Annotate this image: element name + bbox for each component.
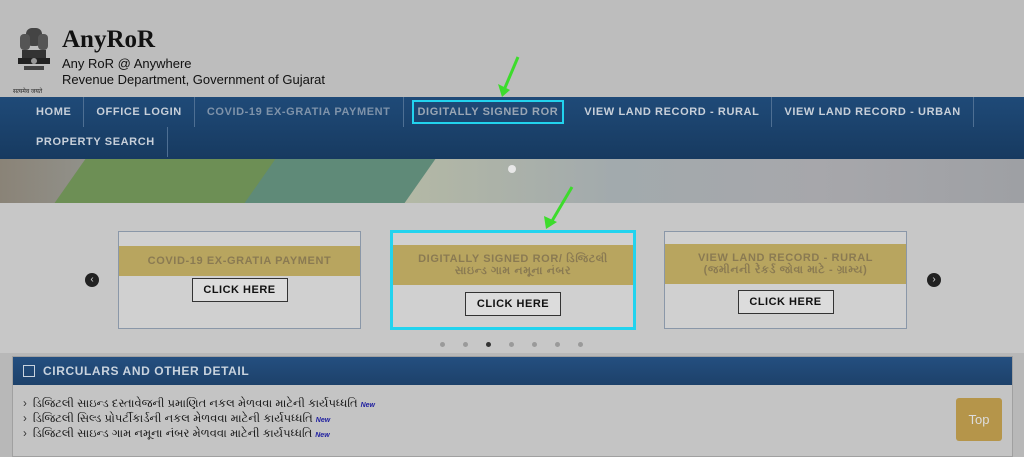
new-badge: New [315,417,331,424]
nav-office-login[interactable]: OFFICE LOGIN [84,97,195,127]
circular-link[interactable]: › ડિજિટલી સાઇન્ડ ગામ નમૂના નંબર મેળવવા મા… [23,427,375,442]
click-here-button[interactable]: CLICK HERE [191,278,288,302]
circulars-list: › ડિજિટલી સાઇન્ડ દસ્તાવેજની પ્રમાણિત નકલ … [23,397,375,442]
card-title-line: (જમીનની રેકર્ડ જોવા માટે - ગ્રામ્ય) [703,264,868,276]
annotation-arrow-icon [498,56,520,97]
circular-link[interactable]: › ડિજિટલી સિલ્ડ પ્રોપર્ટીકાર્ડની નકલ મેળવ… [23,412,375,427]
circular-text[interactable]: ડિજિટલી સિલ્ડ પ્રોપર્ટીકાર્ડની નકલ મેળવવ… [33,413,313,425]
national-emblem-icon [18,28,50,70]
click-here-button[interactable]: CLICK HERE [465,292,561,316]
chevron-right-icon: › [23,413,27,425]
new-badge: New [315,432,330,439]
card-title: COVID-19 EX-GRATIA PAYMENT [119,246,360,276]
carousel-prev-icon[interactable]: ‹ [85,273,99,287]
circulars-heading-text: CIRCULARS AND OTHER DETAIL [43,364,250,378]
annotation-arrow-icon [544,186,574,229]
feature-carousel: ‹ › COVID-19 EX-GRATIA PAYMENT CLICK HER… [0,203,1024,353]
carousel-card-land-record-rural: VIEW LAND RECORD - RURAL (જમીનની રેકર્ડ … [664,231,907,329]
site-subtitle: Any RoR @ Anywhere [62,56,192,71]
card-title-line: DIGITALLY SIGNED ROR/ ડિજિટલી [418,253,608,265]
nav-property-search[interactable]: PROPERTY SEARCH [24,127,168,157]
carousel-pagination [440,342,601,347]
circular-text[interactable]: ડિજિટલી સાઇન્ડ દસ્તાવેજની પ્રમાણિત નકલ મ… [33,398,358,410]
carousel-card-digitally-signed-ror: DIGITALLY SIGNED ROR/ ડિજિટલી સાઇન્ડ ગામ… [390,230,636,330]
carousel-dot[interactable] [578,342,583,347]
card-title: DIGITALLY SIGNED ROR/ ડિજિટલી સાઇન્ડ ગામ… [393,245,633,285]
carousel-dot-active[interactable] [486,342,491,347]
documents-icon [23,365,35,377]
banner-indicator[interactable] [508,165,516,173]
nav-digitally-signed-ror[interactable]: DIGITALLY SIGNED ROR [411,100,565,124]
chevron-right-icon: › [23,398,27,410]
circular-link[interactable]: › ડિજિટલી સાઇન્ડ દસ્તાવેજની પ્રમાણિત નકલ … [23,397,375,412]
carousel-dot[interactable] [509,342,514,347]
site-department: Revenue Department, Government of Gujara… [62,72,326,87]
card-title-line: VIEW LAND RECORD - RURAL [697,252,874,264]
banner-graphic [244,159,436,203]
circular-text[interactable]: ડિજિટલી સાઇન્ડ ગામ નમૂના નંબર મેળવવા માટ… [33,428,312,440]
hero-banner [0,159,1024,203]
nav-home[interactable]: HOME [24,97,85,127]
emblem-caption: सत्यमेव जयते [13,89,43,95]
carousel-dot[interactable] [555,342,560,347]
card-title: VIEW LAND RECORD - RURAL (જમીનની રેકર્ડ … [665,244,906,284]
nav-view-land-record-urban[interactable]: VIEW LAND RECORD - URBAN [772,97,974,127]
carousel-next-icon[interactable]: › [927,273,941,287]
scroll-to-top-button[interactable]: Top [956,398,1002,441]
nav-covid-ex-gratia[interactable]: COVID-19 EX-GRATIA PAYMENT [195,97,404,127]
carousel-dot[interactable] [440,342,445,347]
click-here-button[interactable]: CLICK HERE [737,290,834,314]
nav-view-land-record-rural[interactable]: VIEW LAND RECORD - RURAL [572,97,773,127]
circulars-heading: CIRCULARS AND OTHER DETAIL [13,357,1012,385]
carousel-card-covid: COVID-19 EX-GRATIA PAYMENT CLICK HERE [118,231,361,329]
carousel-dot[interactable] [463,342,468,347]
circulars-panel: CIRCULARS AND OTHER DETAIL › ડિજિટલી સાઇન… [12,356,1013,457]
chevron-right-icon: › [23,428,27,440]
new-badge: New [360,402,375,409]
carousel-dot[interactable] [532,342,537,347]
main-nav: HOME OFFICE LOGIN COVID-19 EX-GRATIA PAY… [0,97,1024,159]
site-title[interactable]: AnyRoR [62,26,155,54]
card-title-line: સાઇન્ડ ગામ નમૂના નંબર [454,265,572,277]
